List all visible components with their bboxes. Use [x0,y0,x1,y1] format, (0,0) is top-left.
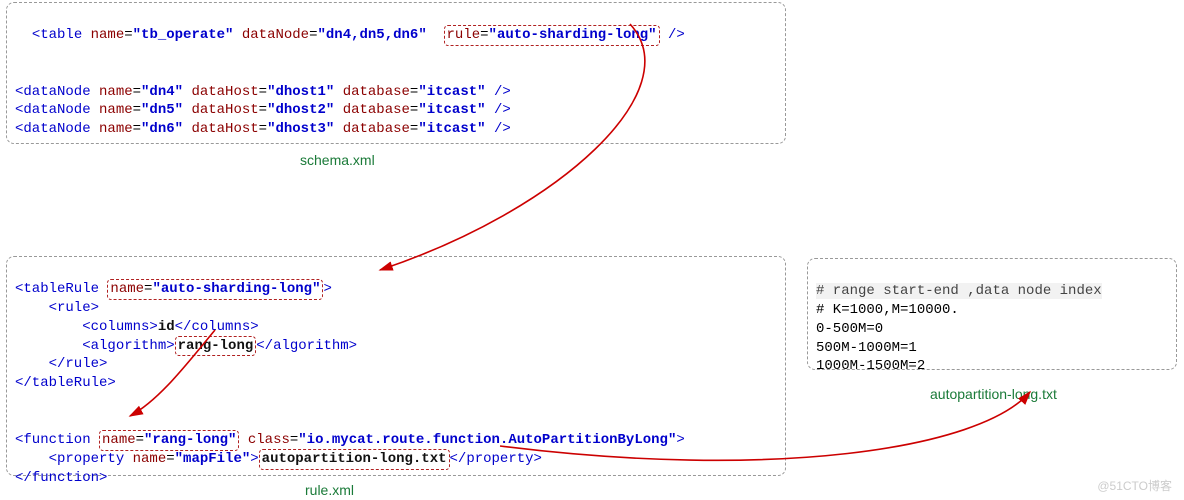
a: name [110,281,144,297]
a: database [343,84,410,100]
attr-rule: rule [447,27,481,43]
rule-caption: rule.xml [305,482,354,498]
tag-close: /> [660,27,685,43]
rule-panel: <tableRule name="auto-sharding-long"> <r… [6,256,786,476]
v: "dhost2" [267,102,334,118]
c: /> [486,121,511,137]
line1b: data node index [976,283,1102,299]
eq: = [309,27,317,43]
class-attr: class [248,432,290,448]
mapfile-highlight: autopartition-long.txt [259,449,450,470]
line1a: # range start-end , [816,283,976,299]
gt: > [323,281,331,297]
autopartition-panel: # range start-end ,data node index # K=1… [807,258,1177,370]
v: "dn6" [141,121,183,137]
a: name [99,84,133,100]
tablerule-close: </tableRule> [15,375,116,391]
a: dataHost [191,102,258,118]
columns-text: id [158,319,175,335]
rule-value: "auto-sharding-long" [489,27,657,43]
algorithm-close: </algorithm> [256,338,357,354]
v: "auto-sharding-long" [152,281,320,297]
columns-open: <columns> [15,319,158,335]
rule-close: </rule> [15,356,107,372]
v: "itcast" [418,121,485,137]
gt: > [250,451,258,467]
a: database [343,121,410,137]
a: database [343,102,410,118]
attr-datanode: dataNode [242,27,309,43]
v: "itcast" [418,84,485,100]
line5: 1000M-1500M=2 [816,358,925,374]
datanode-value: "dn4,dn5,dn6" [318,27,427,43]
a: name [102,432,136,448]
table-tag: <table [32,27,91,43]
dn-tag: <dataNode [15,84,99,100]
v: "dn5" [141,102,183,118]
rule-open: <rule> [15,300,99,316]
property-open: <property [15,451,133,467]
line2: # K=1000,M=10000. [816,302,959,318]
tablerule-open: <tableRule [15,281,107,297]
v: "rang-long" [144,432,236,448]
a: dataHost [191,121,258,137]
algorithm-text: rang-long [178,338,254,354]
v: "dn4" [141,84,183,100]
v: "dhost1" [267,84,334,100]
attr-name: name [91,27,125,43]
property-close: </property> [450,451,542,467]
function-name-highlight: name="rang-long" [99,430,239,451]
token [15,27,32,43]
dn-tag: <dataNode [15,102,99,118]
dn-tag: <dataNode [15,121,99,137]
class-val: "io.mycat.route.function.AutoPartitionBy… [298,432,676,448]
a: dataHost [191,84,258,100]
line3: 0-500M=0 [816,321,883,337]
function-open: <function [15,432,99,448]
c: /> [486,102,511,118]
schema-panel: <table name="tb_operate" dataNode="dn4,d… [6,2,786,144]
schema-caption: schema.xml [300,152,375,168]
v: "itcast" [418,102,485,118]
v: "mapFile" [175,451,251,467]
line4: 500M-1000M=1 [816,340,917,356]
rule-attr-highlight: rule="auto-sharding-long" [444,25,660,46]
columns-close: </columns> [175,319,259,335]
mapfile-text: autopartition-long.txt [262,451,447,467]
autopartition-caption: autopartition-long.txt [930,386,1057,402]
algorithm-open: <algorithm> [15,338,175,354]
algorithm-highlight: rang-long [175,336,257,357]
tablerule-name-highlight: name="auto-sharding-long" [107,279,323,300]
watermark: @51CTO博客 [1097,477,1172,494]
function-close: </function> [15,470,107,486]
gt: > [676,432,684,448]
eq: = [124,27,132,43]
a: name [99,102,133,118]
v: "dhost3" [267,121,334,137]
c: /> [486,84,511,100]
a: name [99,121,133,137]
attr-value: "tb_operate" [133,27,234,43]
eq: = [480,27,488,43]
a: name [133,451,167,467]
